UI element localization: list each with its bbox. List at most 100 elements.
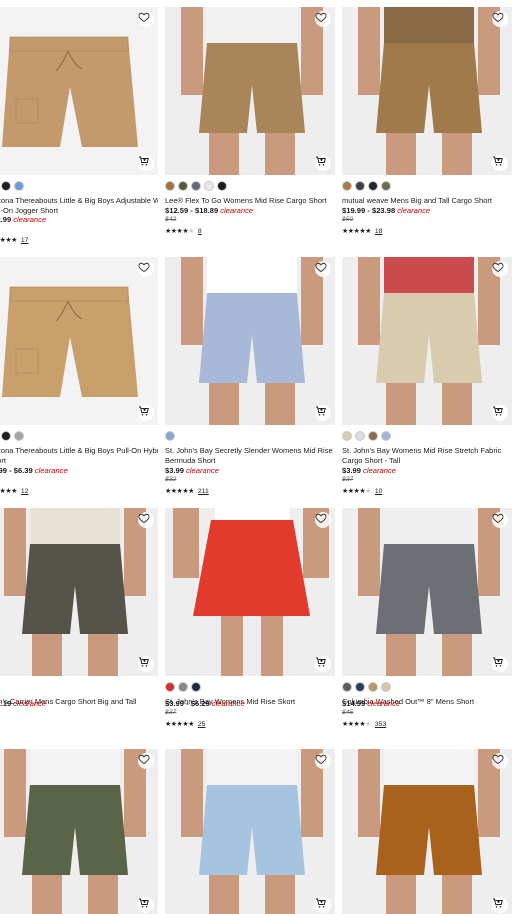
heart-icon[interactable] — [138, 753, 154, 769]
product-grid: Arizona Thereabouts Little & Big Boys Ad… — [0, 0, 524, 914]
color-swatch[interactable] — [342, 682, 352, 692]
color-swatch[interactable] — [381, 682, 391, 692]
review-count-link[interactable]: 353 — [375, 721, 386, 728]
color-swatch[interactable] — [342, 431, 352, 441]
product-image[interactable] — [342, 257, 512, 425]
original-price: $45 — [342, 709, 354, 716]
review-count-link[interactable]: 8 — [198, 228, 202, 235]
product-title[interactable]: Arizona Thereabouts Little & Big Boys Pu… — [0, 446, 158, 465]
add-to-cart-icon[interactable] — [315, 405, 331, 421]
stars-filled: ★★★★★ — [0, 237, 17, 244]
review-count-link[interactable]: 18 — [375, 228, 383, 235]
add-to-cart-icon[interactable] — [492, 405, 508, 421]
heart-icon[interactable] — [315, 11, 331, 27]
add-to-cart-icon[interactable] — [138, 656, 154, 672]
price-value: $3.99 — [165, 466, 185, 475]
price: $3.99 clearance — [165, 466, 219, 475]
color-swatch[interactable] — [368, 181, 378, 191]
color-swatch[interactable] — [355, 431, 365, 441]
clearance-label: clearance — [34, 466, 68, 475]
add-to-cart-icon[interactable] — [492, 656, 508, 672]
product-image[interactable] — [165, 749, 335, 914]
color-swatches — [165, 431, 175, 441]
stars-icon: ★★★★★ — [342, 720, 371, 728]
product-image[interactable] — [165, 508, 335, 676]
price: $12.59 - $18.89 clearance — [165, 206, 253, 215]
review-count-link[interactable]: 211 — [198, 488, 209, 495]
color-swatch[interactable] — [191, 181, 201, 191]
product-image[interactable] — [0, 749, 158, 914]
price-value: $12.19 — [0, 699, 12, 708]
heart-icon[interactable] — [138, 261, 154, 277]
color-swatch[interactable] — [14, 181, 24, 191]
heart-icon[interactable] — [492, 753, 508, 769]
add-to-cart-icon[interactable] — [492, 897, 508, 913]
heart-icon[interactable] — [492, 261, 508, 277]
heart-icon[interactable] — [138, 11, 154, 27]
heart-icon[interactable] — [315, 512, 331, 528]
add-to-cart-icon[interactable] — [315, 155, 331, 171]
color-swatch[interactable] — [1, 431, 11, 441]
product-image[interactable] — [165, 257, 335, 425]
heart-icon[interactable] — [315, 261, 331, 277]
color-swatches — [0, 181, 24, 191]
product-title-line2: Short — [0, 455, 6, 465]
color-swatch[interactable] — [381, 181, 391, 191]
add-to-cart-icon[interactable] — [138, 155, 154, 171]
price-value: $4.99 - $6.39 — [0, 466, 33, 475]
color-swatch[interactable] — [381, 431, 391, 441]
stars-filled: ★★★★★ — [165, 488, 194, 495]
clearance-label: clearance — [220, 206, 254, 215]
color-swatch[interactable] — [178, 682, 188, 692]
product-image[interactable] — [165, 7, 335, 175]
color-swatches — [342, 682, 391, 692]
color-swatch[interactable] — [1, 181, 11, 191]
price: $3.99 clearance — [342, 466, 396, 475]
clearance-label: clearance — [13, 699, 47, 708]
product-image[interactable] — [0, 508, 158, 676]
product-title[interactable]: Arizona Thereabouts Little & Big Boys Ad… — [0, 196, 158, 215]
add-to-cart-icon[interactable] — [315, 897, 331, 913]
color-swatch[interactable] — [165, 431, 175, 441]
color-swatch[interactable] — [165, 682, 175, 692]
color-swatch[interactable] — [14, 431, 24, 441]
product-title[interactable]: St. John's Bay Secretly Slender Womens M… — [165, 446, 335, 465]
heart-icon[interactable] — [492, 11, 508, 27]
product-title[interactable]: St. John's Bay Womens Mid Rise Stretch F… — [342, 446, 512, 465]
color-swatch[interactable] — [368, 682, 378, 692]
heart-icon[interactable] — [315, 753, 331, 769]
stars-filled: ★★★★★ — [342, 228, 371, 235]
color-swatch[interactable] — [204, 181, 214, 191]
review-count-link[interactable]: 25 — [198, 721, 206, 728]
product-title-line1: mutual weave Mens Big and Tall Cargo Sho… — [342, 196, 492, 205]
clearance-label: clearance — [13, 215, 47, 224]
heart-icon[interactable] — [492, 512, 508, 528]
price-value: $3.99 — [342, 466, 362, 475]
review-count-link[interactable]: 12 — [21, 488, 29, 495]
add-to-cart-icon[interactable] — [138, 405, 154, 421]
price: $12.99clearance — [0, 215, 46, 224]
product-image[interactable] — [0, 257, 158, 425]
color-swatch[interactable] — [178, 181, 188, 191]
add-to-cart-icon[interactable] — [315, 656, 331, 672]
product-image[interactable] — [342, 508, 512, 676]
heart-icon[interactable] — [138, 512, 154, 528]
color-swatch[interactable] — [217, 181, 227, 191]
color-swatch[interactable] — [342, 181, 352, 191]
review-count-link[interactable]: 10 — [375, 488, 383, 495]
color-swatch[interactable] — [191, 682, 201, 692]
add-to-cart-icon[interactable] — [492, 155, 508, 171]
color-swatch[interactable] — [165, 181, 175, 191]
color-swatch[interactable] — [368, 431, 378, 441]
add-to-cart-icon[interactable] — [138, 897, 154, 913]
product-image[interactable] — [342, 7, 512, 175]
color-swatch[interactable] — [355, 682, 365, 692]
color-swatch[interactable] — [355, 181, 365, 191]
product-title[interactable]: mutual weave Mens Big and Tall Cargo Sho… — [342, 196, 512, 206]
product-image[interactable] — [0, 7, 158, 175]
clearance-label: clearance — [397, 206, 431, 215]
product-image[interactable] — [342, 749, 512, 914]
star-rating: ★★★★★ 211 — [165, 487, 209, 496]
review-count-link[interactable]: 17 — [21, 237, 29, 244]
product-title[interactable]: Lee® Flex To Go Womens Mid Rise Cargo Sh… — [165, 196, 335, 206]
